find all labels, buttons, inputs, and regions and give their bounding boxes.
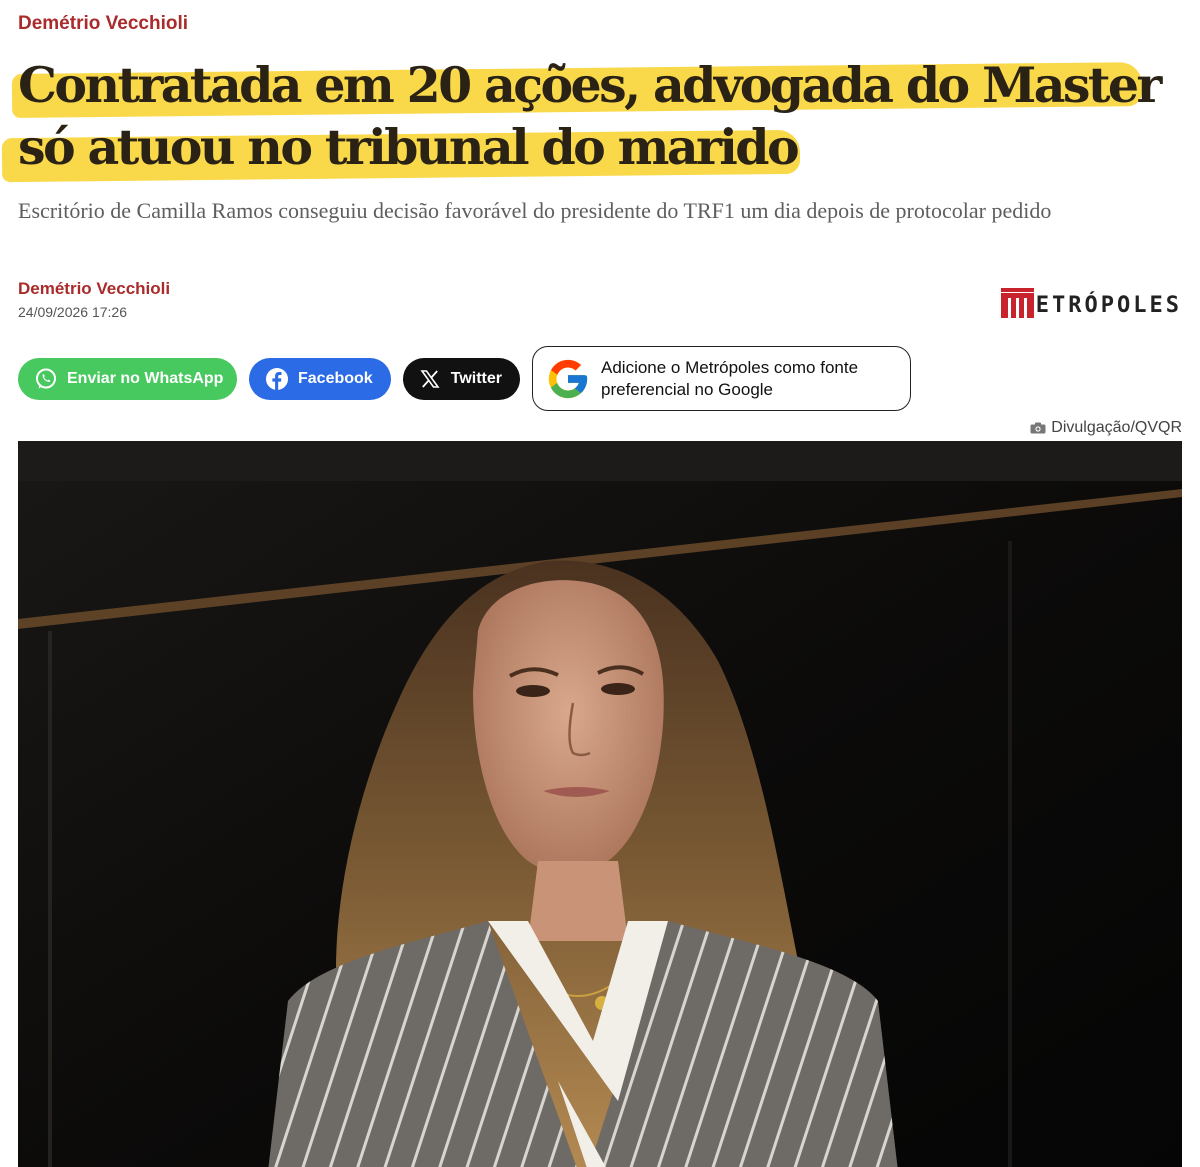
google-label-line2: preferencial no Google [601,379,774,399]
google-preferred-source-button[interactable]: Adicione o Metrópoles como fonte prefere… [532,346,911,411]
metropoles-m-icon [1000,288,1034,318]
article-headline: Contratada em 20 ações, advogada do Mast… [1,54,1188,183]
google-label-line1: Adicione o Metrópoles como fonte [601,357,859,377]
camera-icon [1030,422,1046,434]
article-photo[interactable] [18,441,1182,1167]
photo-credit: Divulgação/QVQR [1030,419,1182,437]
photo-credit-text: Divulgação/QVQR [1051,419,1182,436]
publish-datetime: 24/09/2026 17:26 [18,304,127,320]
whatsapp-icon [34,367,58,391]
google-icon [548,359,588,398]
google-preferred-source-label: Adicione o Metrópoles como fonte prefere… [601,357,858,401]
facebook-icon [265,367,289,391]
headline-line-2: só atuou no tribunal do marido [18,118,800,176]
author-name[interactable]: Demétrio Vecchioli [18,279,170,299]
twitter-share-label: Twitter [450,370,502,387]
x-icon [419,367,442,391]
facebook-share-button[interactable]: Facebook [249,358,391,400]
headline-line-1: Contratada em 20 ações, advogada do Mast… [18,56,1162,114]
article-kicker[interactable]: Demétrio Vecchioli [18,13,188,35]
twitter-share-button[interactable]: Twitter [403,358,520,400]
logo-wordmark: ETRÓPOLES [1035,293,1182,318]
facebook-share-label: Facebook [298,370,373,387]
article-subtitle: Escritório de Camilla Ramos conseguiu de… [18,198,1052,223]
metropoles-logo[interactable]: ETRÓPOLES [1000,286,1182,318]
whatsapp-share-label: Enviar no WhatsApp [67,370,224,387]
whatsapp-share-button[interactable]: Enviar no WhatsApp [18,358,237,400]
